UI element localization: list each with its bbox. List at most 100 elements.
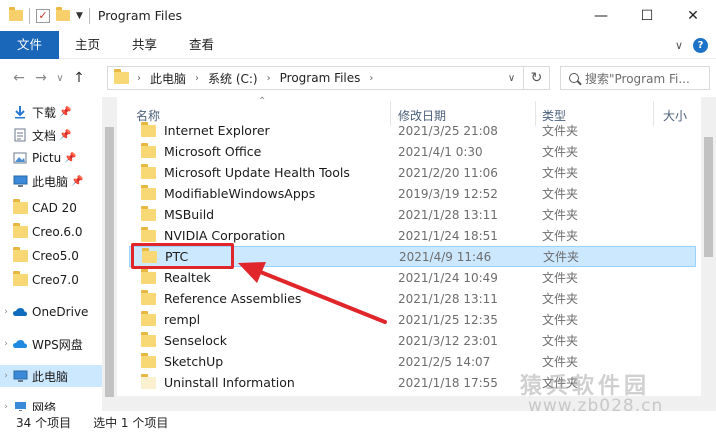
sidebar-item-creo5[interactable]: Creo5.0 <box>0 245 102 267</box>
pin-icon: 📌 <box>59 106 72 118</box>
folder-icon <box>141 331 156 347</box>
file-name: rempl <box>164 312 201 327</box>
folder-icon <box>141 205 156 221</box>
sidebar-item-pictures[interactable]: Pictu 📌 <box>0 147 102 169</box>
file-list-scrollbar[interactable] <box>701 97 716 411</box>
list-item[interactable]: Reference Assemblies 2021/1/28 13:11 文件夹 <box>129 288 696 309</box>
file-name: Uninstall Information <box>164 375 295 390</box>
file-date: 2021/1/24 18:51 <box>398 228 498 243</box>
sidebar-item-network[interactable]: › 网络 <box>0 396 102 411</box>
sidebar-item-label: WPS网盘 <box>32 337 83 352</box>
sidebar-item-onedrive[interactable]: › OneDrive <box>0 301 102 323</box>
recent-locations-button[interactable]: ∨ <box>52 66 68 90</box>
tab-file[interactable]: 文件 <box>0 30 60 59</box>
list-item-selected[interactable]: PTC 2021/4/9 11:46 文件夹 <box>129 246 696 267</box>
sidebar-item-this-pc-pinned[interactable]: 此电脑 📌 <box>0 170 102 192</box>
folder-icon <box>141 142 156 158</box>
folder-icon <box>12 223 28 238</box>
sidebar-item-creo7[interactable]: Creo7.0 <box>0 269 102 291</box>
sidebar-item-this-pc[interactable]: › 此电脑 <box>0 365 102 387</box>
address-dropdown-icon[interactable]: ∨ <box>499 67 523 89</box>
tab-home[interactable]: 主页 <box>59 31 116 59</box>
scrollbar-thumb[interactable] <box>105 127 114 397</box>
file-name: Realtek <box>164 270 211 285</box>
sidebar-item-wps-cloud[interactable]: › WPS网盘 <box>0 333 102 355</box>
selected-count: 选中 1 个项目 <box>93 416 169 430</box>
file-type: 文件夹 <box>542 124 579 138</box>
sidebar-item-label: 文档 <box>32 128 57 143</box>
minimize-button[interactable]: — <box>578 0 624 31</box>
breadcrumb-separator[interactable]: › <box>195 73 199 84</box>
address-bar[interactable]: › 此电脑 › 系统 (C:) › Program Files › ∨ ↻ <box>107 66 550 90</box>
properties-icon[interactable]: ✓ <box>36 8 50 23</box>
chevron-right-icon[interactable]: › <box>0 339 12 349</box>
forward-button[interactable]: → <box>30 66 52 90</box>
file-type: 文件夹 <box>542 187 579 201</box>
file-name: Microsoft Update Health Tools <box>164 165 350 180</box>
list-item[interactable]: MSBuild 2021/1/28 13:11 文件夹 <box>129 204 696 225</box>
tab-view[interactable]: 查看 <box>173 31 230 59</box>
ribbon-tabs: 文件 主页 共享 查看 ∨ ? <box>0 30 716 59</box>
back-button[interactable]: ← <box>8 66 30 90</box>
list-item[interactable]: Microsoft Office 2021/4/1 0:30 文件夹 <box>129 141 696 162</box>
list-item[interactable]: Microsoft Update Health Tools 2021/2/20 … <box>129 162 696 183</box>
chevron-right-icon[interactable]: › <box>0 371 12 381</box>
file-date: 2021/1/28 13:11 <box>398 291 498 306</box>
sidebar-item-creo6[interactable]: Creo.6.0 <box>0 221 102 243</box>
folder-icon <box>141 352 156 368</box>
folder-icon <box>141 310 156 326</box>
list-item[interactable]: rempl 2021/1/25 12:35 文件夹 <box>129 309 696 330</box>
pc-icon <box>12 174 28 188</box>
file-date: 2021/4/1 0:30 <box>398 144 483 159</box>
sidebar-item-downloads[interactable]: 下载 📌 <box>0 101 102 123</box>
breadcrumb-separator[interactable]: › <box>267 73 271 84</box>
new-folder-icon[interactable] <box>56 7 70 21</box>
quick-access-toolbar: ✓ ▼ <box>0 7 90 24</box>
refresh-button[interactable]: ↻ <box>523 67 549 89</box>
pictures-icon <box>12 151 28 165</box>
expand-ribbon-icon[interactable]: ∨ <box>675 39 683 52</box>
scrollbar-thumb[interactable] <box>704 137 713 257</box>
up-button[interactable]: ↑ <box>68 66 90 90</box>
sidebar-item-label: OneDrive <box>32 305 89 319</box>
sidebar-item-label: 网络 <box>32 400 57 412</box>
list-item[interactable]: NVIDIA Corporation 2021/1/24 18:51 文件夹 <box>129 225 696 246</box>
list-item[interactable]: Senselock 2021/3/12 23:01 文件夹 <box>129 330 696 351</box>
breadcrumb-separator[interactable]: › <box>369 73 373 84</box>
divider <box>88 7 90 24</box>
sidebar-item-documents[interactable]: 文档 📌 <box>0 124 102 146</box>
sidebar-item-label: Creo.6.0 <box>32 225 83 239</box>
list-item[interactable]: Internet Explorer 2021/3/25 21:08 文件夹 <box>129 122 696 141</box>
pin-icon: 📌 <box>59 129 72 141</box>
folder-icon <box>141 226 156 242</box>
chevron-right-icon[interactable]: › <box>0 402 12 411</box>
folder-icon <box>141 184 156 200</box>
sidebar-item-cad[interactable]: CAD 20 <box>0 197 102 219</box>
navigation-pane: 下载 📌 文档 📌 Pictu 📌 此电脑 📌 CAD 20 Creo.6.0 <box>0 97 117 411</box>
chevron-right-icon[interactable]: › <box>0 307 12 317</box>
maximize-button[interactable]: ☐ <box>624 0 670 31</box>
file-name: ModifiableWindowsApps <box>164 186 316 201</box>
customize-quick-access-icon[interactable]: ▼ <box>76 11 83 21</box>
help-icon[interactable]: ? <box>693 37 708 53</box>
breadcrumb-separator[interactable]: › <box>137 73 141 84</box>
folder-icon[interactable] <box>9 7 23 21</box>
breadcrumb-program-files[interactable]: Program Files <box>280 71 361 85</box>
tab-share[interactable]: 共享 <box>116 31 173 59</box>
file-type: 文件夹 <box>543 250 580 264</box>
file-name: Reference Assemblies <box>164 291 302 306</box>
list-item[interactable]: ModifiableWindowsApps 2019/3/19 12:52 文件… <box>129 183 696 204</box>
breadcrumb-c-drive[interactable]: 系统 (C:) <box>208 70 258 87</box>
navigation-bar: ← → ∨ ↑ › 此电脑 › 系统 (C:) › Program Files … <box>0 59 716 97</box>
search-input[interactable]: 搜索"Program Fi... <box>560 66 710 90</box>
pin-icon: 📌 <box>71 175 84 187</box>
pc-icon <box>12 369 28 383</box>
breadcrumb-this-pc[interactable]: 此电脑 <box>150 70 186 87</box>
folder-icon <box>141 373 156 389</box>
sidebar-scrollbar[interactable] <box>102 97 117 411</box>
close-button[interactable]: ✕ <box>670 0 716 31</box>
download-icon <box>12 105 28 119</box>
list-item[interactable]: Realtek 2021/1/24 10:49 文件夹 <box>129 267 696 288</box>
cloud-icon <box>12 337 28 351</box>
file-name: NVIDIA Corporation <box>164 228 286 243</box>
